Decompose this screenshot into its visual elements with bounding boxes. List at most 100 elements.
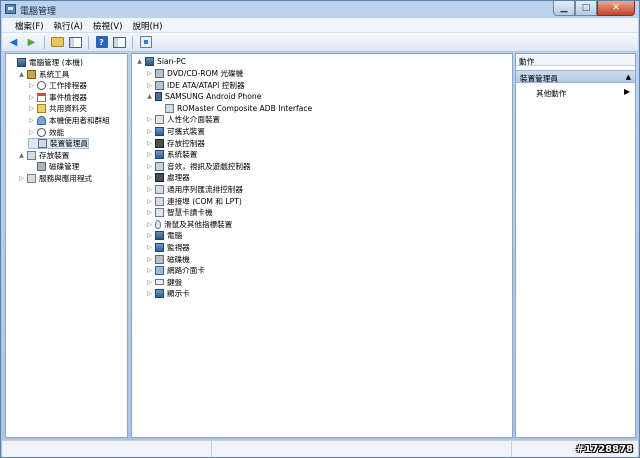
- device-category-item[interactable]: ▷ 智慧卡讀卡機: [146, 207, 213, 218]
- device-category-item[interactable]: ▷ 處理器: [146, 172, 190, 183]
- console-tree-item[interactable]: 磁碟管理: [28, 161, 79, 172]
- up-level-button[interactable]: [50, 35, 65, 49]
- show-hide-action-pane-button[interactable]: [112, 35, 127, 49]
- device-category-item[interactable]: ▲ SAMSUNG Android Phone: [146, 91, 261, 102]
- tree-item-label: 滑鼠及其他指標裝置: [164, 219, 233, 229]
- event-viewer-icon: [37, 92, 46, 102]
- expand-arrow-icon[interactable]: ▷: [146, 70, 153, 77]
- expand-arrow-icon[interactable]: ▷: [146, 82, 153, 89]
- tree-item-label: 通用序列匯流排控制器: [167, 185, 243, 194]
- console-tree-item[interactable]: ▲ 系統工具: [18, 69, 69, 80]
- expand-arrow-icon[interactable]: ▷: [28, 82, 35, 89]
- console-tree-item[interactable]: ▷ 事件檢視器: [28, 92, 87, 103]
- system-device-icon: [155, 150, 164, 160]
- menu-file[interactable]: 檔案(F): [10, 18, 49, 32]
- device-category-item[interactable]: ▷ IDE ATA/ATAPI 控制器: [146, 80, 245, 91]
- menu-help[interactable]: 說明(H): [127, 18, 167, 32]
- expand-arrow-icon[interactable]: ▷: [146, 209, 153, 216]
- actions-section-device-manager[interactable]: 裝置管理員 ▲: [516, 70, 635, 83]
- device-category-item[interactable]: ▷ 通用序列匯流排控制器: [146, 184, 243, 195]
- device-category-item[interactable]: ▷ 存放控制器: [146, 138, 205, 149]
- tree-item-label: 磁碟管理: [49, 162, 80, 172]
- console-tree-item[interactable]: ▷ 效能: [28, 127, 64, 138]
- expand-arrow-icon[interactable]: ▷: [28, 94, 35, 101]
- forward-button[interactable]: ▶: [24, 35, 39, 49]
- tree-item-label: 監視器: [167, 243, 190, 252]
- back-button[interactable]: ◀: [6, 35, 21, 49]
- maximize-button[interactable]: □: [575, 1, 597, 16]
- device-category-item[interactable]: ▷ 監視器: [146, 242, 190, 253]
- expand-arrow-icon[interactable]: ▷: [28, 117, 35, 124]
- minimize-button[interactable]: ▁: [553, 1, 575, 16]
- device-category-item[interactable]: ▷ 網路介面卡: [146, 265, 205, 276]
- tree-item-label: DVD/CD-ROM 光碟機: [167, 69, 244, 78]
- title-bar[interactable]: 電腦管理 ▁ □ ✕: [1, 1, 639, 18]
- expand-arrow-icon[interactable]: ▷: [146, 290, 153, 297]
- expand-arrow-icon[interactable]: ▷: [146, 244, 153, 251]
- console-tree-item[interactable]: ▲ 存放裝置: [18, 150, 69, 161]
- device-tree-root[interactable]: ▲ Sian-PC: [136, 56, 186, 67]
- console-tree-item[interactable]: ▷ 服務與應用程式: [18, 173, 92, 184]
- show-hide-tree-button[interactable]: [68, 35, 83, 49]
- device-category-item[interactable]: ROMaster Composite ADB Interface: [156, 103, 312, 114]
- expand-arrow-icon[interactable]: ▷: [146, 279, 153, 286]
- tree-item-label: 工作排程器: [49, 81, 87, 91]
- expand-arrow-icon[interactable]: ▷: [146, 163, 153, 170]
- console-tree-item[interactable]: ▷ 本機使用者和群組: [28, 115, 110, 126]
- storage-icon: [27, 150, 36, 160]
- device-category-item[interactable]: ▷ 鍵盤: [146, 277, 182, 288]
- expand-arrow-icon[interactable]: ▷: [18, 175, 25, 182]
- console-tree-item[interactable]: 電腦管理 (本機): [8, 57, 83, 68]
- device-category-item[interactable]: ▷ 磁碟機: [146, 254, 190, 265]
- shared-folder-icon: [37, 104, 46, 114]
- window-title: 電腦管理: [20, 7, 57, 17]
- expand-arrow-icon[interactable]: ▷: [146, 116, 153, 123]
- close-button[interactable]: ✕: [597, 1, 635, 16]
- device-category-item[interactable]: ▷ 可攜式裝置: [146, 126, 205, 137]
- sound-icon: [155, 161, 164, 171]
- collapse-arrow-icon[interactable]: ▲: [18, 71, 25, 78]
- device-category-item[interactable]: ▷ DVD/CD-ROM 光碟機: [146, 68, 243, 79]
- console-tree-pane[interactable]: 電腦管理 (本機) ▲ 系統工具 ▷ 工作排程器 ▷ 事件檢視器 ▷ 共用資料夾 ▷ 本機使用者和群…: [5, 53, 128, 438]
- menu-view[interactable]: 檢視(V): [88, 18, 127, 32]
- expand-arrow-icon[interactable]: ▷: [146, 140, 153, 147]
- expand-arrow-icon[interactable]: ▷: [28, 129, 35, 136]
- expand-arrow-icon[interactable]: ▷: [146, 198, 153, 205]
- device-tree-pane[interactable]: ▲ Sian-PC ▷ DVD/CD-ROM 光碟機 ▷ IDE ATA/ATAPI …: [131, 53, 513, 438]
- expand-arrow-icon[interactable]: ▷: [146, 174, 153, 181]
- device-category-item[interactable]: ▷ 系統裝置: [146, 149, 197, 160]
- actions-header: 動作: [516, 54, 635, 66]
- collapse-arrow-icon[interactable]: ▲: [18, 152, 25, 159]
- device-category-item[interactable]: ▷ 顯示卡: [146, 288, 190, 299]
- monitor-icon: [155, 243, 164, 252]
- port-icon: [155, 196, 164, 206]
- device-category-item[interactable]: ▷ 音效，視訊及遊戲控制器: [146, 161, 251, 172]
- console-tree-item[interactable]: ▷ 共用資料夾: [28, 103, 87, 114]
- console-tree-item[interactable]: 裝置管理員: [28, 138, 89, 150]
- expand-arrow-icon[interactable]: ▷: [146, 186, 153, 193]
- collapse-arrow-icon[interactable]: ▲: [136, 58, 143, 65]
- collapse-arrow-icon[interactable]: ▲: [146, 93, 153, 100]
- menu-bar: 檔案(F) 執行(A) 檢視(V) 說明(H): [2, 18, 638, 33]
- more-actions-link[interactable]: 其他動作: [536, 88, 566, 99]
- device-category-item[interactable]: ▷ 人性化介面裝置: [146, 114, 220, 125]
- help-button[interactable]: ?: [94, 35, 109, 49]
- device-category-item[interactable]: ▷ 連接埠 (COM 和 LPT): [146, 196, 242, 207]
- clock-icon: [37, 81, 46, 91]
- console-tree-item[interactable]: ▷ 工作排程器: [28, 80, 87, 91]
- tree-item-label: 效能: [49, 127, 65, 137]
- expand-arrow-icon[interactable]: ▷: [146, 256, 153, 263]
- device-category-item[interactable]: ▷ 滑鼠及其他指標裝置: [146, 219, 232, 230]
- tree-item-label: SAMSUNG Android Phone: [165, 92, 262, 102]
- expand-arrow-icon[interactable]: ▷: [146, 232, 153, 239]
- expand-arrow-icon[interactable]: ▷: [146, 128, 153, 135]
- expand-arrow-icon[interactable]: ▷: [146, 151, 153, 158]
- action-pane-icon: [113, 36, 126, 48]
- computer-icon: [155, 231, 164, 241]
- expand-arrow-icon[interactable]: ▷: [146, 267, 153, 274]
- expand-arrow-icon[interactable]: ▷: [28, 105, 35, 112]
- device-category-item[interactable]: ▷ 電腦: [146, 230, 182, 241]
- expand-arrow-icon[interactable]: ▷: [146, 221, 153, 228]
- scan-hardware-button[interactable]: [138, 35, 153, 49]
- menu-action[interactable]: 執行(A): [49, 18, 88, 32]
